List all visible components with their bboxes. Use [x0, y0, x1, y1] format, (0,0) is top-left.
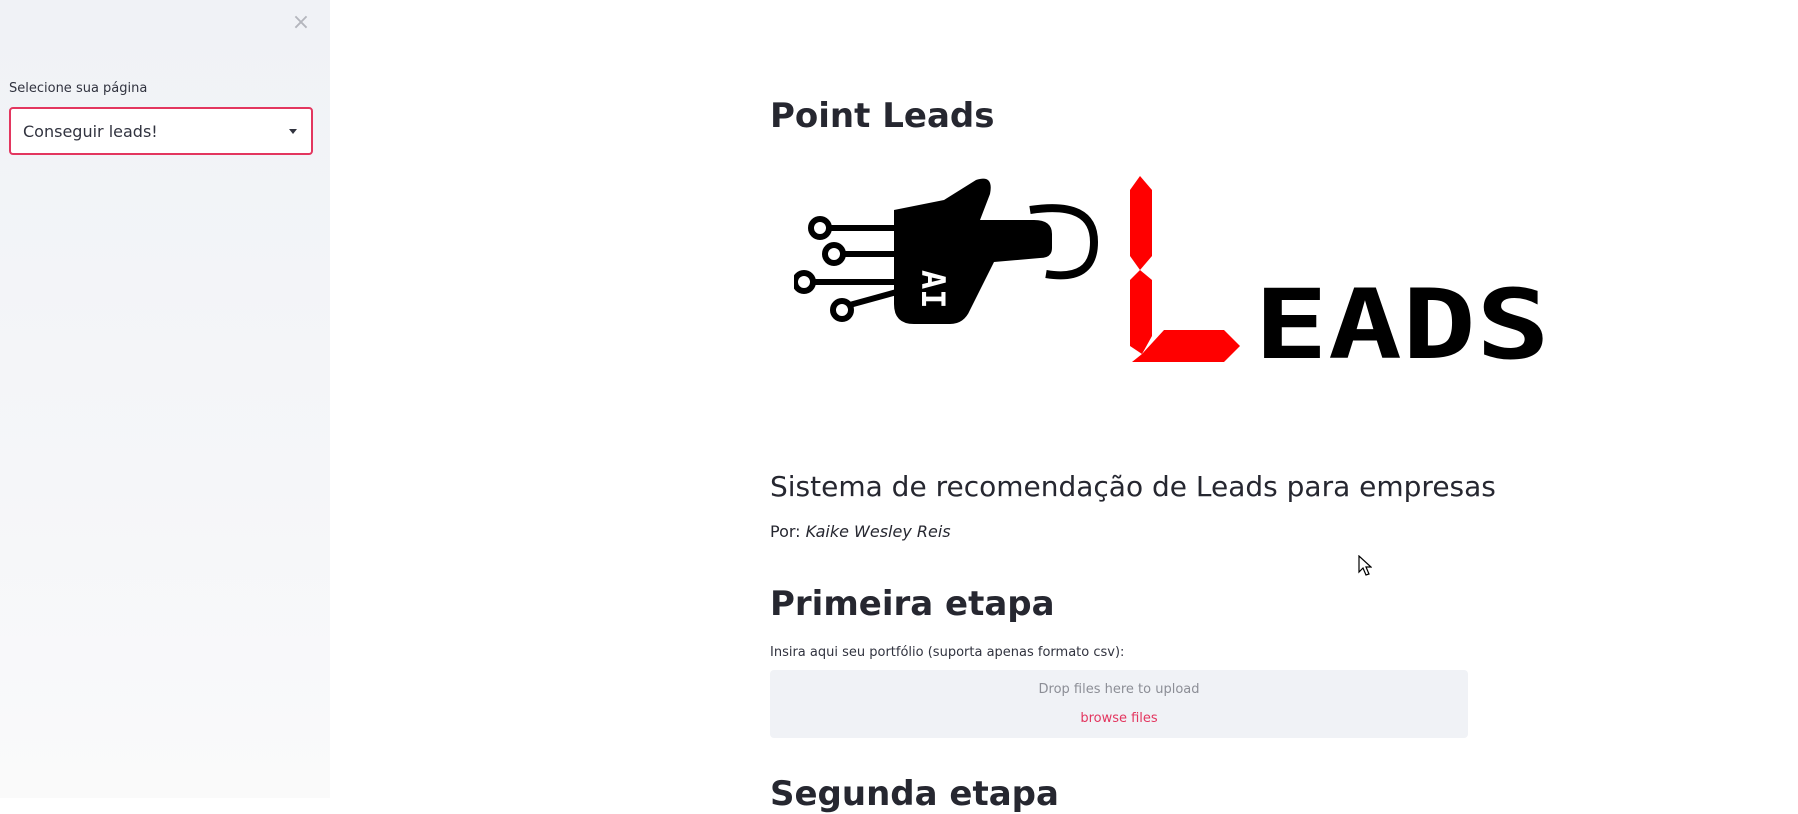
main-content: Point Leads AI EADS Sistema de recomenda… [330, 0, 1798, 814]
close-sidebar-button[interactable]: × [288, 10, 314, 36]
file-uploader-label: Insira aqui seu portfólio (suporta apena… [770, 645, 1125, 660]
page-subtitle: Sistema de recomendação de Leads para em… [770, 470, 1496, 503]
chevron-down-icon [289, 128, 297, 134]
logo-ai-text: AI [914, 270, 952, 309]
browse-files-button[interactable]: browse files [770, 711, 1468, 726]
logo-letter-l [1130, 176, 1240, 362]
author-prefix: Por: [770, 522, 801, 541]
section-title-first: Primeira etapa [770, 584, 1055, 624]
section-title-second: Segunda etapa [770, 774, 1059, 814]
close-icon: × [291, 10, 311, 35]
logo-word-text: EADS [1254, 269, 1550, 380]
mouse-cursor-icon [1358, 555, 1372, 576]
author-name: Kaike Wesley Reis [805, 522, 951, 541]
page-select-value: Conseguir leads! [23, 121, 158, 141]
page-select[interactable]: Conseguir leads! [9, 107, 313, 155]
dropzone-text: Drop files here to upload [1038, 682, 1200, 697]
author-line: Por: Kaike Wesley Reis [770, 522, 951, 541]
point-leads-logo: AI EADS [794, 176, 1550, 380]
page-title: Point Leads [770, 96, 995, 136]
page-select-label: Selecione sua página [9, 81, 148, 96]
sidebar: × Selecione sua página Conseguir leads! [0, 0, 330, 798]
file-dropzone[interactable]: Drop files here to upload browse files [770, 670, 1468, 738]
circuit-icon [794, 216, 905, 322]
